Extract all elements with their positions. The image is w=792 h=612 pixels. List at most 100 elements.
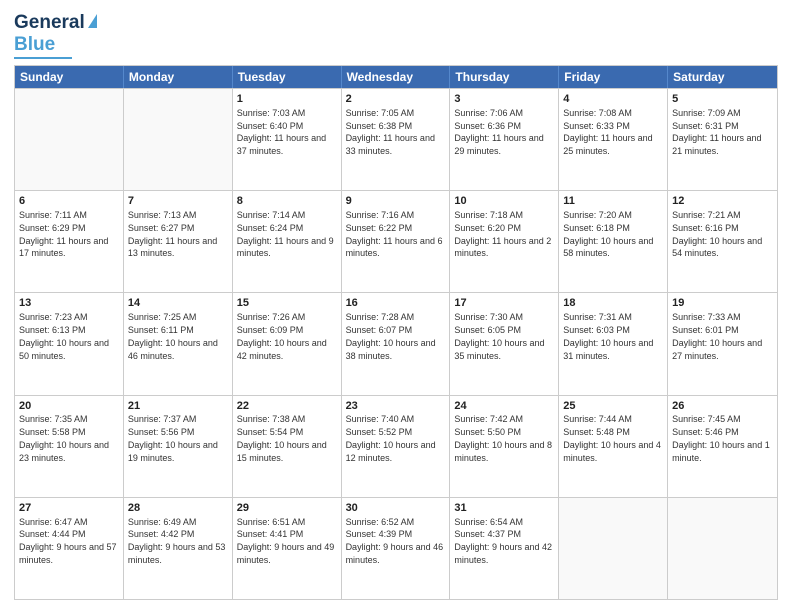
calendar-cell-8: 8Sunrise: 7:14 AM Sunset: 6:24 PM Daylig… — [233, 191, 342, 292]
day-number: 26 — [672, 399, 773, 414]
cell-info: Sunrise: 7:08 AM Sunset: 6:33 PM Dayligh… — [563, 108, 652, 156]
cell-info: Sunrise: 7:09 AM Sunset: 6:31 PM Dayligh… — [672, 108, 761, 156]
cell-info: Sunrise: 7:33 AM Sunset: 6:01 PM Dayligh… — [672, 312, 762, 360]
day-number: 28 — [128, 501, 228, 516]
day-number: 22 — [237, 399, 337, 414]
cell-info: Sunrise: 7:44 AM Sunset: 5:48 PM Dayligh… — [563, 414, 661, 462]
calendar-cell-24: 24Sunrise: 7:42 AM Sunset: 5:50 PM Dayli… — [450, 396, 559, 497]
day-number: 24 — [454, 399, 554, 414]
cell-info: Sunrise: 7:35 AM Sunset: 5:58 PM Dayligh… — [19, 414, 109, 462]
cell-info: Sunrise: 7:28 AM Sunset: 6:07 PM Dayligh… — [346, 312, 436, 360]
calendar-cell-14: 14Sunrise: 7:25 AM Sunset: 6:11 PM Dayli… — [124, 293, 233, 394]
cell-info: Sunrise: 7:21 AM Sunset: 6:16 PM Dayligh… — [672, 210, 762, 258]
day-number: 4 — [563, 92, 663, 107]
logo-text-general: General — [14, 12, 85, 34]
calendar-cell-31: 31Sunrise: 6:54 AM Sunset: 4:37 PM Dayli… — [450, 498, 559, 599]
cell-info: Sunrise: 6:52 AM Sunset: 4:39 PM Dayligh… — [346, 517, 444, 565]
logo-triangle-icon — [88, 14, 97, 28]
calendar-cell-20: 20Sunrise: 7:35 AM Sunset: 5:58 PM Dayli… — [15, 396, 124, 497]
calendar-row-3: 20Sunrise: 7:35 AM Sunset: 5:58 PM Dayli… — [15, 395, 777, 497]
calendar-cell-4: 4Sunrise: 7:08 AM Sunset: 6:33 PM Daylig… — [559, 89, 668, 190]
calendar-cell-28: 28Sunrise: 6:49 AM Sunset: 4:42 PM Dayli… — [124, 498, 233, 599]
cell-info: Sunrise: 7:25 AM Sunset: 6:11 PM Dayligh… — [128, 312, 218, 360]
calendar-cell-empty-4-5 — [559, 498, 668, 599]
day-number: 16 — [346, 296, 446, 311]
calendar-cell-12: 12Sunrise: 7:21 AM Sunset: 6:16 PM Dayli… — [668, 191, 777, 292]
calendar-cell-30: 30Sunrise: 6:52 AM Sunset: 4:39 PM Dayli… — [342, 498, 451, 599]
day-number: 25 — [563, 399, 663, 414]
calendar-cell-2: 2Sunrise: 7:05 AM Sunset: 6:38 PM Daylig… — [342, 89, 451, 190]
calendar-cell-15: 15Sunrise: 7:26 AM Sunset: 6:09 PM Dayli… — [233, 293, 342, 394]
cell-info: Sunrise: 7:20 AM Sunset: 6:18 PM Dayligh… — [563, 210, 653, 258]
day-number: 2 — [346, 92, 446, 107]
cell-info: Sunrise: 7:18 AM Sunset: 6:20 PM Dayligh… — [454, 210, 551, 258]
header-day-thursday: Thursday — [450, 66, 559, 88]
calendar-header: SundayMondayTuesdayWednesdayThursdayFrid… — [15, 66, 777, 88]
cell-info: Sunrise: 7:40 AM Sunset: 5:52 PM Dayligh… — [346, 414, 436, 462]
day-number: 9 — [346, 194, 446, 209]
cell-info: Sunrise: 7:38 AM Sunset: 5:54 PM Dayligh… — [237, 414, 327, 462]
calendar-cell-17: 17Sunrise: 7:30 AM Sunset: 6:05 PM Dayli… — [450, 293, 559, 394]
day-number: 13 — [19, 296, 119, 311]
calendar-cell-1: 1Sunrise: 7:03 AM Sunset: 6:40 PM Daylig… — [233, 89, 342, 190]
calendar-row-0: 1Sunrise: 7:03 AM Sunset: 6:40 PM Daylig… — [15, 88, 777, 190]
calendar-body: 1Sunrise: 7:03 AM Sunset: 6:40 PM Daylig… — [15, 88, 777, 599]
page: General Blue SundayMondayTuesdayWednesda… — [0, 0, 792, 612]
day-number: 30 — [346, 501, 446, 516]
calendar-cell-11: 11Sunrise: 7:20 AM Sunset: 6:18 PM Dayli… — [559, 191, 668, 292]
calendar-cell-10: 10Sunrise: 7:18 AM Sunset: 6:20 PM Dayli… — [450, 191, 559, 292]
cell-info: Sunrise: 7:31 AM Sunset: 6:03 PM Dayligh… — [563, 312, 653, 360]
calendar-cell-18: 18Sunrise: 7:31 AM Sunset: 6:03 PM Dayli… — [559, 293, 668, 394]
calendar-cell-19: 19Sunrise: 7:33 AM Sunset: 6:01 PM Dayli… — [668, 293, 777, 394]
day-number: 17 — [454, 296, 554, 311]
day-number: 23 — [346, 399, 446, 414]
calendar-cell-25: 25Sunrise: 7:44 AM Sunset: 5:48 PM Dayli… — [559, 396, 668, 497]
calendar-cell-26: 26Sunrise: 7:45 AM Sunset: 5:46 PM Dayli… — [668, 396, 777, 497]
day-number: 14 — [128, 296, 228, 311]
day-number: 6 — [19, 194, 119, 209]
header-day-saturday: Saturday — [668, 66, 777, 88]
cell-info: Sunrise: 7:14 AM Sunset: 6:24 PM Dayligh… — [237, 210, 334, 258]
logo-text-blue: Blue — [14, 34, 55, 56]
calendar-cell-5: 5Sunrise: 7:09 AM Sunset: 6:31 PM Daylig… — [668, 89, 777, 190]
cell-info: Sunrise: 6:51 AM Sunset: 4:41 PM Dayligh… — [237, 517, 335, 565]
day-number: 15 — [237, 296, 337, 311]
cell-info: Sunrise: 7:26 AM Sunset: 6:09 PM Dayligh… — [237, 312, 327, 360]
calendar-cell-7: 7Sunrise: 7:13 AM Sunset: 6:27 PM Daylig… — [124, 191, 233, 292]
calendar-cell-13: 13Sunrise: 7:23 AM Sunset: 6:13 PM Dayli… — [15, 293, 124, 394]
cell-info: Sunrise: 7:06 AM Sunset: 6:36 PM Dayligh… — [454, 108, 543, 156]
logo: General Blue — [14, 12, 97, 59]
cell-info: Sunrise: 7:42 AM Sunset: 5:50 PM Dayligh… — [454, 414, 552, 462]
day-number: 1 — [237, 92, 337, 107]
calendar-row-2: 13Sunrise: 7:23 AM Sunset: 6:13 PM Dayli… — [15, 292, 777, 394]
calendar-cell-22: 22Sunrise: 7:38 AM Sunset: 5:54 PM Dayli… — [233, 396, 342, 497]
day-number: 20 — [19, 399, 119, 414]
day-number: 11 — [563, 194, 663, 209]
calendar-row-1: 6Sunrise: 7:11 AM Sunset: 6:29 PM Daylig… — [15, 190, 777, 292]
calendar-cell-empty-4-6 — [668, 498, 777, 599]
cell-info: Sunrise: 6:54 AM Sunset: 4:37 PM Dayligh… — [454, 517, 552, 565]
cell-info: Sunrise: 7:23 AM Sunset: 6:13 PM Dayligh… — [19, 312, 109, 360]
day-number: 5 — [672, 92, 773, 107]
cell-info: Sunrise: 7:16 AM Sunset: 6:22 PM Dayligh… — [346, 210, 443, 258]
cell-info: Sunrise: 7:05 AM Sunset: 6:38 PM Dayligh… — [346, 108, 435, 156]
day-number: 27 — [19, 501, 119, 516]
cell-info: Sunrise: 6:47 AM Sunset: 4:44 PM Dayligh… — [19, 517, 117, 565]
cell-info: Sunrise: 7:11 AM Sunset: 6:29 PM Dayligh… — [19, 210, 108, 258]
header: General Blue — [14, 12, 778, 59]
calendar-cell-empty-0-1 — [124, 89, 233, 190]
cell-info: Sunrise: 6:49 AM Sunset: 4:42 PM Dayligh… — [128, 517, 226, 565]
calendar-cell-9: 9Sunrise: 7:16 AM Sunset: 6:22 PM Daylig… — [342, 191, 451, 292]
calendar-cell-27: 27Sunrise: 6:47 AM Sunset: 4:44 PM Dayli… — [15, 498, 124, 599]
header-day-friday: Friday — [559, 66, 668, 88]
day-number: 10 — [454, 194, 554, 209]
calendar-cell-21: 21Sunrise: 7:37 AM Sunset: 5:56 PM Dayli… — [124, 396, 233, 497]
calendar-row-4: 27Sunrise: 6:47 AM Sunset: 4:44 PM Dayli… — [15, 497, 777, 599]
cell-info: Sunrise: 7:37 AM Sunset: 5:56 PM Dayligh… — [128, 414, 218, 462]
day-number: 21 — [128, 399, 228, 414]
header-day-sunday: Sunday — [15, 66, 124, 88]
cell-info: Sunrise: 7:30 AM Sunset: 6:05 PM Dayligh… — [454, 312, 544, 360]
calendar-cell-3: 3Sunrise: 7:06 AM Sunset: 6:36 PM Daylig… — [450, 89, 559, 190]
header-day-wednesday: Wednesday — [342, 66, 451, 88]
calendar-cell-29: 29Sunrise: 6:51 AM Sunset: 4:41 PM Dayli… — [233, 498, 342, 599]
